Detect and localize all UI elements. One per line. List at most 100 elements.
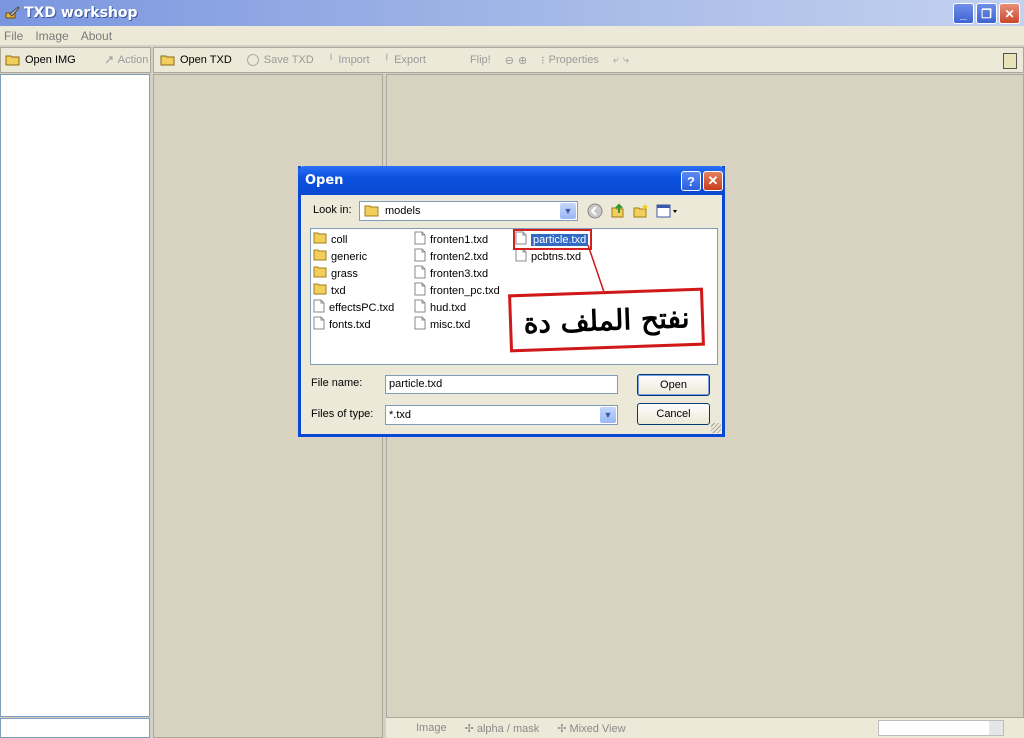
flip-label: Flip! <box>469 54 491 66</box>
file-item[interactable]: generic <box>313 248 396 265</box>
img-toolbar: Open IMG Action <box>0 47 151 73</box>
file-item[interactable]: hud.txd <box>414 299 502 316</box>
zoom-out-icon[interactable]: ⊖ <box>505 54 514 67</box>
cancel-button[interactable]: Cancel <box>637 403 710 425</box>
rotate-left-icon[interactable]: ⤶ <box>613 54 619 67</box>
file-item-label: fonts.txd <box>329 318 371 331</box>
zoom-in-icon[interactable]: ⊕ <box>518 54 527 67</box>
file-item[interactable]: txd <box>313 282 396 299</box>
view-mixed-label: Mixed View <box>569 722 626 735</box>
close-button[interactable]: ✕ <box>999 3 1020 24</box>
chevron-down-icon: ▼ <box>560 203 576 219</box>
import-icon: ╵ <box>327 54 335 67</box>
view-alpha-label: alpha / mask <box>476 722 540 735</box>
properties-button[interactable]: ⁝ Properties <box>541 54 599 67</box>
restore-button[interactable]: ❐ <box>976 3 997 24</box>
app-title-bar: TXD workshop _ ❐ ✕ <box>0 0 1024 26</box>
folder-icon <box>313 282 327 299</box>
file-type-value: *.txd <box>389 409 412 421</box>
open-img-button[interactable]: Open IMG <box>5 53 76 67</box>
img-pane: Open IMG Action <box>0 47 151 738</box>
file-item-label: txd <box>331 284 346 297</box>
look-in-select[interactable]: models ▼ <box>359 201 578 221</box>
export-label: Export <box>394 54 426 66</box>
file-item-label: fronten_pc.txd <box>430 284 500 297</box>
import-button[interactable]: ╵ Import <box>328 54 370 67</box>
open-txd-button[interactable]: Open TXD <box>160 53 232 67</box>
img-status-field <box>0 718 150 738</box>
file-name-input[interactable]: particle.txd <box>385 375 618 394</box>
rotate-buttons: ⤶ ⤷ <box>613 54 629 67</box>
file-item[interactable]: fonts.txd <box>313 316 396 333</box>
file-item[interactable]: fronten2.txd <box>414 248 502 265</box>
menu-file[interactable]: File <box>4 29 23 43</box>
file-item-label: particle.txd <box>531 233 589 246</box>
chevron-down-icon: ▼ <box>600 407 616 423</box>
annotation-callout: نفتح الملف دة <box>508 287 705 353</box>
file-icon <box>414 299 426 316</box>
menu-about[interactable]: About <box>81 29 112 43</box>
file-icon <box>414 248 426 265</box>
resize-grip[interactable] <box>711 423 721 433</box>
export-button[interactable]: ╵ Export <box>384 54 426 67</box>
file-item-label: fronten3.txd <box>430 267 489 280</box>
menu-bar: File Image About <box>0 26 1024 45</box>
txd-toolbar: Open TXD Save TXD ╵ Import ╵ Export Flip… <box>153 47 1024 73</box>
rotate-right-icon[interactable]: ⤷ <box>623 54 629 67</box>
save-txd-button[interactable]: Save TXD <box>246 53 314 67</box>
open-txd-label: Open TXD <box>180 54 232 66</box>
action-button[interactable]: Action <box>104 54 148 66</box>
file-item-label: generic <box>331 250 368 263</box>
properties-label: Properties <box>548 54 599 66</box>
flip-button[interactable]: Flip! <box>470 54 491 66</box>
file-item-label: coll <box>331 233 348 246</box>
help-button[interactable]: ? <box>681 171 701 191</box>
view-image-tab[interactable]: Image <box>416 722 447 734</box>
folder-open-icon <box>5 55 20 66</box>
dialog-title: Open <box>305 173 344 188</box>
notes-icon[interactable] <box>1003 53 1017 69</box>
dialog-close-button[interactable]: ✕ <box>703 171 723 191</box>
file-column-3: particle.txd pcbtns.txd <box>512 229 593 265</box>
file-type-select[interactable]: *.txd ▼ <box>385 405 618 425</box>
file-icon <box>313 299 325 316</box>
new-folder-icon[interactable] <box>632 202 650 220</box>
file-item-label: hud.txd <box>430 301 467 314</box>
minimize-button[interactable]: _ <box>953 3 974 24</box>
save-icon <box>246 54 259 66</box>
file-icon <box>515 231 527 248</box>
folder-open-icon <box>160 55 175 66</box>
file-item[interactable]: fronten3.txd <box>414 265 502 282</box>
file-item[interactable]: effectsPC.txd <box>313 299 396 316</box>
file-icon <box>414 282 426 299</box>
file-icon <box>414 265 426 282</box>
file-item[interactable]: coll <box>313 231 396 248</box>
folder-icon <box>313 231 327 248</box>
view-alpha-tab[interactable]: ✢ alpha / mask <box>465 722 540 735</box>
file-item[interactable]: grass <box>313 265 396 282</box>
zoom-buttons: ⊖ ⊕ <box>505 54 527 67</box>
look-in-label: Look in: <box>313 204 352 216</box>
view-menu-icon[interactable] <box>655 202 679 220</box>
look-in-value: models <box>385 205 421 217</box>
file-icon <box>313 316 325 333</box>
background-select[interactable] <box>878 720 1004 736</box>
img-file-list[interactable] <box>0 74 150 717</box>
file-item[interactable]: particle.txd <box>512 229 593 250</box>
view-mixed-tab[interactable]: ✢ Mixed View <box>557 722 625 735</box>
file-icon <box>515 248 527 265</box>
action-icon <box>105 56 113 64</box>
file-icon <box>414 316 426 333</box>
up-folder-icon[interactable] <box>609 202 627 220</box>
file-item[interactable]: pcbtns.txd <box>515 248 590 265</box>
annotation-text: نفتح الملف دة <box>523 300 690 340</box>
back-icon[interactable] <box>586 202 604 220</box>
file-item[interactable]: misc.txd <box>414 316 502 333</box>
folder-icon <box>313 265 327 282</box>
import-label: Import <box>338 54 370 66</box>
file-item[interactable]: fronten1.txd <box>414 231 502 248</box>
folder-icon <box>313 248 327 265</box>
menu-image[interactable]: Image <box>35 29 68 43</box>
file-item[interactable]: fronten_pc.txd <box>414 282 502 299</box>
open-button[interactable]: Open <box>637 374 710 396</box>
